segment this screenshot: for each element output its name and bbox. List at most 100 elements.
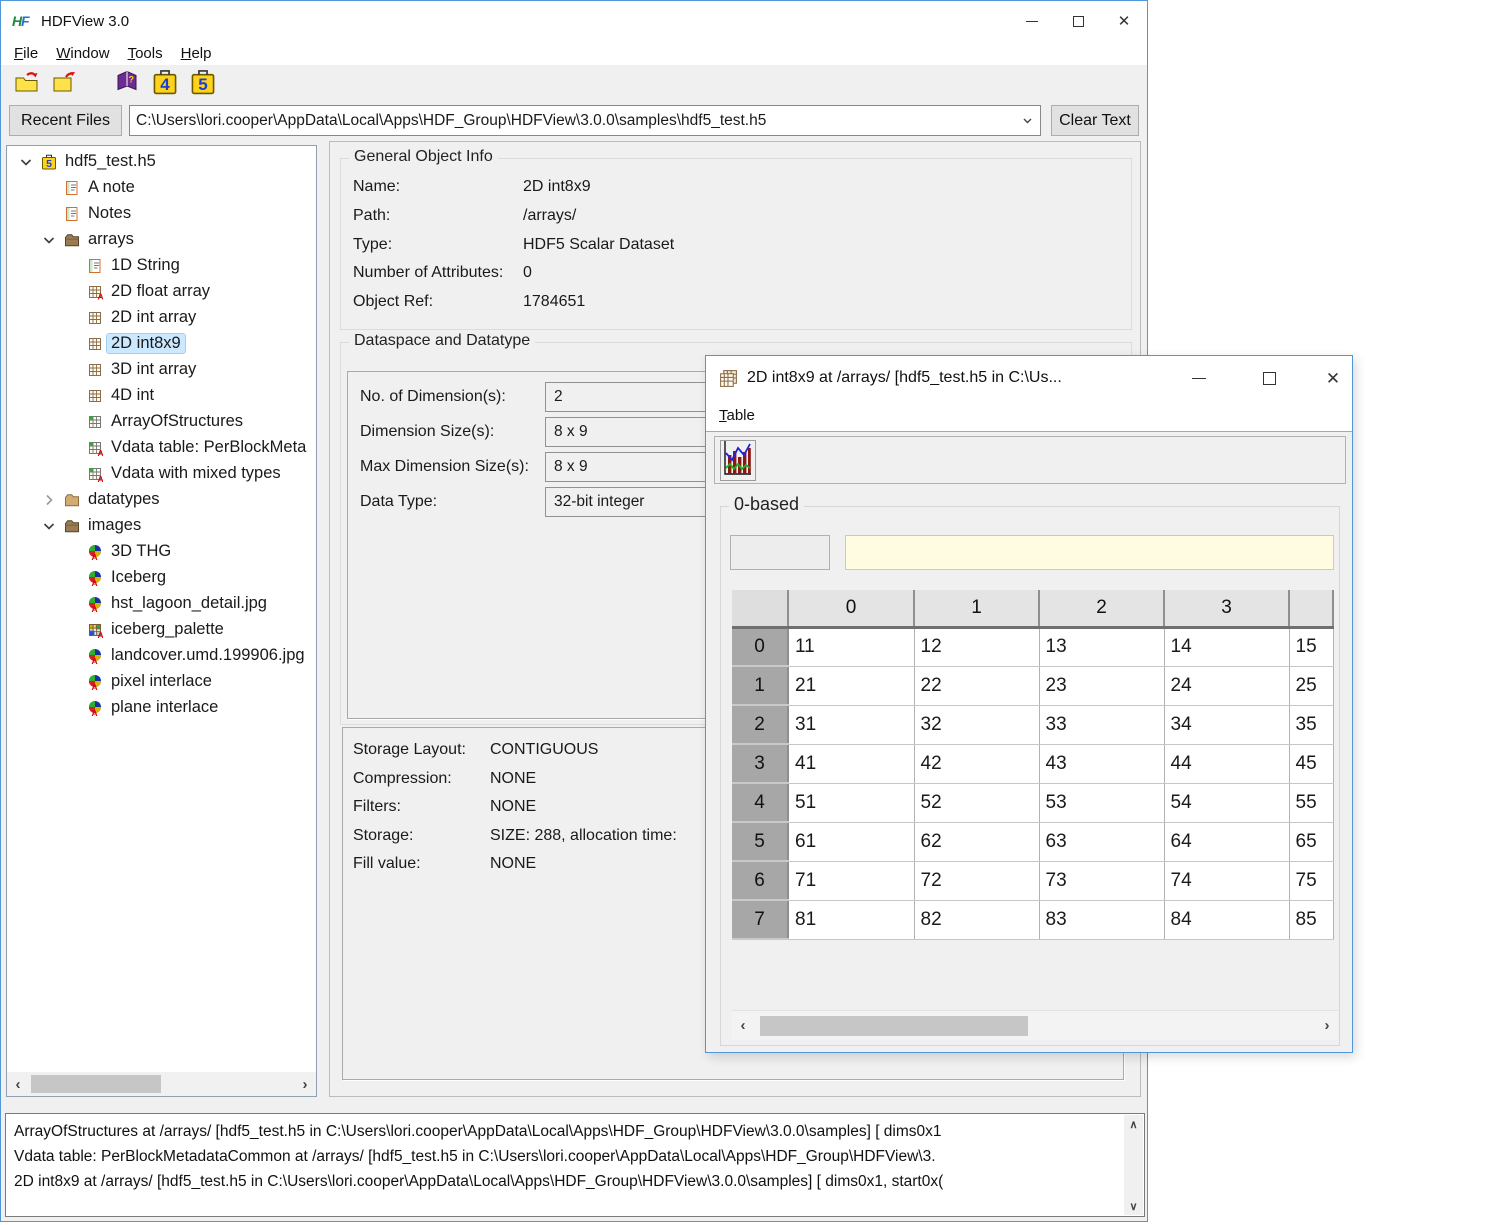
main-menu-tools[interactable]: Tools — [119, 42, 172, 65]
row-header-4[interactable]: 4 — [732, 783, 788, 822]
table-cell[interactable]: 75 — [1289, 861, 1333, 900]
tree-item-vdata-with-mixed-types[interactable]: AVdata with mixed types — [7, 461, 316, 487]
table-minimize-button[interactable] — [1176, 356, 1222, 400]
table-cell[interactable]: 65 — [1289, 822, 1333, 861]
tree-item-notes[interactable]: Notes — [7, 201, 316, 227]
table-maximize-button[interactable] — [1246, 356, 1292, 400]
table-cell[interactable]: 43 — [1039, 744, 1164, 783]
table-cell[interactable]: 54 — [1164, 783, 1289, 822]
tree-horizontal-scrollbar[interactable]: ‹ › — [7, 1072, 316, 1096]
table-cell[interactable]: 22 — [914, 666, 1039, 705]
tree-scroll-thumb[interactable] — [31, 1075, 161, 1093]
tree-item-hdf5-test-h5[interactable]: 5hdf5_test.h5 — [7, 149, 316, 175]
tree-item-3d-thg[interactable]: A3D THG — [7, 539, 316, 565]
tree-item-landcover-umd-199906-jpg[interactable]: Alandcover.umd.199906.jpg — [7, 643, 316, 669]
table-cell[interactable]: 45 — [1289, 744, 1333, 783]
scroll-right-icon[interactable]: › — [294, 1072, 316, 1096]
table-cell[interactable]: 84 — [1164, 900, 1289, 939]
expanded-chevron-icon[interactable] — [41, 232, 57, 248]
tree-item-2d-float-array[interactable]: A2D float array — [7, 279, 316, 305]
tree-item-4d-int[interactable]: 4D int — [7, 383, 316, 409]
column-header-2[interactable]: 2 — [1039, 590, 1164, 627]
scroll-left-icon[interactable]: ‹ — [732, 1011, 754, 1040]
table-cell[interactable]: 14 — [1164, 627, 1289, 666]
column-header-0[interactable]: 0 — [788, 590, 914, 627]
row-header-5[interactable]: 5 — [732, 822, 788, 861]
close-button[interactable]: ✕ — [1101, 1, 1147, 41]
table-cell[interactable]: 35 — [1289, 705, 1333, 744]
table-cell[interactable]: 15 — [1289, 627, 1333, 666]
table-scroll-thumb[interactable] — [760, 1016, 1028, 1036]
table-cell[interactable]: 53 — [1039, 783, 1164, 822]
cell-reference-field[interactable] — [730, 535, 830, 570]
minimize-button[interactable] — [1009, 1, 1055, 41]
table-cell[interactable]: 72 — [914, 861, 1039, 900]
column-header-partial[interactable] — [1289, 590, 1333, 627]
clear-text-button[interactable]: Clear Text — [1051, 105, 1139, 136]
log-vertical-scrollbar[interactable]: ∧ ∨ — [1124, 1115, 1143, 1215]
open-file-button[interactable] — [11, 68, 43, 100]
table-cell[interactable]: 13 — [1039, 627, 1164, 666]
table-corner-cell[interactable] — [732, 590, 788, 627]
tree-item-2d-int-array[interactable]: 2D int array — [7, 305, 316, 331]
row-header-1[interactable]: 1 — [732, 666, 788, 705]
tree-item-iceberg[interactable]: AIceberg — [7, 565, 316, 591]
main-menu-window[interactable]: Window — [47, 42, 118, 65]
table-close-button[interactable]: ✕ — [1310, 356, 1356, 400]
column-header-3[interactable]: 3 — [1164, 590, 1289, 627]
table-cell[interactable]: 85 — [1289, 900, 1333, 939]
help-button[interactable]: ? — [111, 68, 143, 100]
table-cell[interactable]: 61 — [788, 822, 914, 861]
main-titlebar[interactable]: HF HDFView 3.0 — [1, 1, 1147, 41]
table-menu-table[interactable]: Table — [710, 404, 764, 427]
row-header-2[interactable]: 2 — [732, 705, 788, 744]
table-cell[interactable]: 52 — [914, 783, 1039, 822]
tree-item-pixel-interlace[interactable]: Apixel interlace — [7, 669, 316, 695]
close-file-button[interactable] — [49, 68, 81, 100]
main-menu-file[interactable]: File — [5, 42, 47, 65]
table-cell[interactable]: 82 — [914, 900, 1039, 939]
table-cell[interactable]: 62 — [914, 822, 1039, 861]
table-cell[interactable]: 63 — [1039, 822, 1164, 861]
table-cell[interactable]: 41 — [788, 744, 914, 783]
table-cell[interactable]: 55 — [1289, 783, 1333, 822]
tree-item-hst-lagoon-detail-jpg[interactable]: Ahst_lagoon_detail.jpg — [7, 591, 316, 617]
tree-item-a-note[interactable]: A note — [7, 175, 316, 201]
expanded-chevron-icon[interactable] — [41, 518, 57, 534]
tree-item-images[interactable]: images — [7, 513, 316, 539]
maximize-button[interactable] — [1055, 1, 1101, 41]
table-cell[interactable]: 24 — [1164, 666, 1289, 705]
tree-item-plane-interlace[interactable]: Aplane interlace — [7, 695, 316, 721]
table-cell[interactable]: 25 — [1289, 666, 1333, 705]
table-cell[interactable]: 73 — [1039, 861, 1164, 900]
row-header-7[interactable]: 7 — [732, 900, 788, 939]
table-cell[interactable]: 81 — [788, 900, 914, 939]
cell-value-field[interactable] — [845, 535, 1334, 570]
table-cell[interactable]: 44 — [1164, 744, 1289, 783]
combo-chevron-icon[interactable] — [1014, 114, 1040, 127]
line-plot-button[interactable] — [720, 440, 756, 481]
tree-item-vdata-table-perblockmeta[interactable]: AVdata table: PerBlockMeta — [7, 435, 316, 461]
table-cell[interactable]: 21 — [788, 666, 914, 705]
tree-item-3d-int-array[interactable]: 3D int array — [7, 357, 316, 383]
hdf4-library-button[interactable]: 4 — [149, 68, 181, 100]
table-cell[interactable]: 33 — [1039, 705, 1164, 744]
tree-item-arrays[interactable]: arrays — [7, 227, 316, 253]
column-header-1[interactable]: 1 — [914, 590, 1039, 627]
table-cell[interactable]: 11 — [788, 627, 914, 666]
table-cell[interactable]: 42 — [914, 744, 1039, 783]
table-cell[interactable]: 83 — [1039, 900, 1164, 939]
table-cell[interactable]: 32 — [914, 705, 1039, 744]
row-header-6[interactable]: 6 — [732, 861, 788, 900]
table-horizontal-scrollbar[interactable]: ‹ › — [732, 1010, 1338, 1040]
scroll-right-icon[interactable]: › — [1316, 1011, 1338, 1040]
row-header-0[interactable]: 0 — [732, 627, 788, 666]
tree-item-1d-string[interactable]: 1D String — [7, 253, 316, 279]
table-cell[interactable]: 51 — [788, 783, 914, 822]
expanded-chevron-icon[interactable] — [18, 154, 34, 170]
table-cell[interactable]: 71 — [788, 861, 914, 900]
tree-item-2d-int8x9[interactable]: 2D int8x9 — [7, 331, 316, 357]
tree-item-datatypes[interactable]: datatypes — [7, 487, 316, 513]
table-cell[interactable]: 31 — [788, 705, 914, 744]
table-cell[interactable]: 74 — [1164, 861, 1289, 900]
